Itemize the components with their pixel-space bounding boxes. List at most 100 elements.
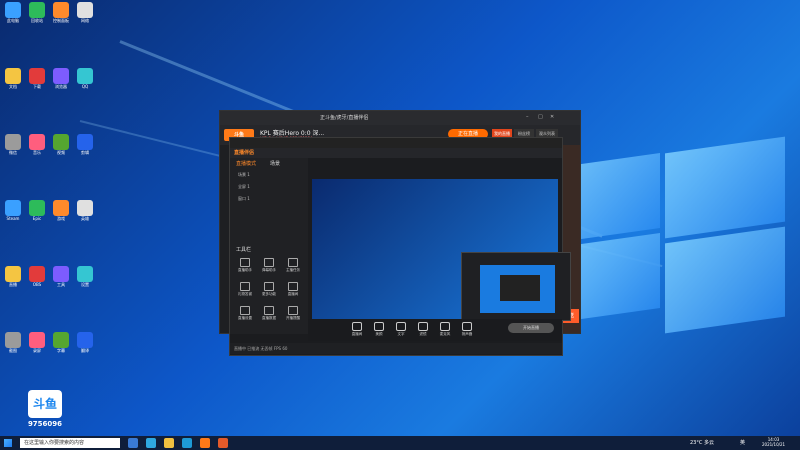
status-text: 直播中 已推流 无丢帧 FPS 60 xyxy=(234,346,288,351)
desktop-icon[interactable]: 录屏 xyxy=(26,332,48,353)
desktop-icon-label: 浏览器 xyxy=(55,84,67,89)
desktop-icon[interactable]: 文档 xyxy=(2,68,24,89)
system-clock[interactable]: 14:03 2021/10/21 xyxy=(762,437,785,447)
desktop-icon-label: 此电脑 xyxy=(7,18,19,23)
desktop-icon-label: 英雄 xyxy=(81,216,89,221)
desktop-icon-label: OBS xyxy=(32,282,42,287)
store-icon[interactable] xyxy=(182,438,192,448)
douyu-logo: 斗鱼 xyxy=(28,390,62,418)
desktop-icon-label: QQ xyxy=(81,84,89,89)
app-icon xyxy=(29,332,45,348)
bottom-tool-button[interactable]: 直播间 xyxy=(348,322,366,337)
tool-icon xyxy=(288,282,298,291)
live-app-icon[interactable] xyxy=(200,438,210,448)
app-icon xyxy=(5,200,21,216)
desktop-icon[interactable]: 工具 xyxy=(50,266,72,287)
desktop-icon[interactable]: 音乐 xyxy=(26,134,48,155)
desktop-icon-label: 翻译 xyxy=(81,348,89,353)
taskbar: 在这里输入你要搜索的内容 23°C 多云 英 14:03 2021/10/21 xyxy=(0,436,800,450)
desktop-icon[interactable]: 剪辑 xyxy=(74,134,96,155)
desktop-icon[interactable]: QQ xyxy=(74,68,96,89)
desktop-icon[interactable]: 设置 xyxy=(74,266,96,287)
bottom-tool-button[interactable]: 滤镜 xyxy=(414,322,432,337)
desktop-icon-label: 设置 xyxy=(81,282,89,287)
desktop-icon[interactable]: 视频 xyxy=(50,134,72,155)
desktop-icon[interactable]: Steam xyxy=(2,200,24,221)
desktop-icon[interactable]: 英雄 xyxy=(74,200,96,221)
stream-preview[interactable] xyxy=(312,179,571,334)
left-panel: 直播模式 场景 场景 1 全屏 1 窗口 1 工具栏 直播助手 弹幕助手 主播任务礼… xyxy=(230,158,308,334)
desktop-icon[interactable]: 此电脑 xyxy=(2,2,24,23)
windows-start-icon[interactable] xyxy=(4,439,12,447)
tool-icon xyxy=(240,282,250,291)
title-tab[interactable]: 正斗鱼/虎牙/直播伴侣 xyxy=(320,114,368,121)
desktop-icon[interactable]: Epic xyxy=(26,200,48,221)
tool-button[interactable]: 直播设置 xyxy=(236,306,254,321)
tool-button[interactable]: 直播数据 xyxy=(260,306,278,321)
room-id: 9756096 xyxy=(27,420,63,428)
desktop-icon[interactable]: 网络 xyxy=(74,2,96,23)
scene-item[interactable]: 全屏 1 xyxy=(238,184,250,190)
title-bar[interactable]: 正斗鱼/虎牙/直播伴侣 ✕ □ – xyxy=(220,111,580,125)
weather-text[interactable]: 23°C 多云 xyxy=(690,439,714,446)
desktop-icon[interactable]: 字幕 xyxy=(50,332,72,353)
douyu-app-icon[interactable] xyxy=(218,438,228,448)
tool-button[interactable]: 礼物答谢 xyxy=(236,282,254,297)
bottom-tool-label: 麦克风 xyxy=(439,332,451,336)
desktop-icon[interactable]: 直播 xyxy=(2,266,24,287)
scene-item[interactable]: 场景 1 xyxy=(238,172,250,178)
desktop-icon-grid: 此电脑 回收站 控制面板 网络文档 下载 浏览器 QQ 微信 音乐 视频 剪辑 Steam Epic 游戏… xyxy=(2,2,98,422)
maximize-icon[interactable]: □ xyxy=(538,114,543,120)
taskbar-search-box[interactable]: 在这里输入你要搜索的内容 xyxy=(20,438,120,448)
tool-button[interactable]: 直播间 xyxy=(284,282,302,297)
desktop-icon-label: 录屏 xyxy=(33,348,41,353)
minimize-icon[interactable]: – xyxy=(526,114,529,120)
live-companion-window[interactable]: 直播伴侣 直播模式 场景 场景 1 全屏 1 窗口 1 工具栏 直播助手 弹幕助手… xyxy=(229,137,571,356)
app-icon xyxy=(77,332,93,348)
desktop-icon-label: Steam xyxy=(6,216,20,221)
edge-icon[interactable] xyxy=(146,438,156,448)
tool-icon xyxy=(264,282,274,291)
tool-button[interactable]: 主播任务 xyxy=(284,258,302,273)
app-icon xyxy=(53,134,69,150)
desktop-icon[interactable]: 浏览器 xyxy=(50,68,72,89)
tool-button[interactable]: 弹幕助手 xyxy=(260,258,278,273)
desktop-icon[interactable]: 下载 xyxy=(26,68,48,89)
bottom-tool-button[interactable]: 麦克风 xyxy=(436,322,454,337)
bottom-tool-label: 文字 xyxy=(397,332,405,336)
tool-label: 主播任务 xyxy=(286,268,300,272)
desktop-icon[interactable]: 微信 xyxy=(2,134,24,155)
inner-title-bar[interactable] xyxy=(230,138,562,148)
desktop-icon[interactable]: 游戏 xyxy=(50,200,72,221)
close-icon[interactable]: ✕ xyxy=(550,114,554,120)
tool-icon xyxy=(288,306,298,315)
bottom-tool-button[interactable]: 美颜 xyxy=(370,322,388,337)
go-live-button[interactable]: 开始直播 xyxy=(508,323,554,333)
scene-item[interactable]: 窗口 1 xyxy=(238,196,250,202)
desktop-icon[interactable]: 截图 xyxy=(2,332,24,353)
app-icon xyxy=(5,266,21,282)
app-icon xyxy=(77,200,93,216)
tools-label: 工具栏 xyxy=(236,247,252,253)
bottom-tool-button[interactable]: 文字 xyxy=(392,322,410,337)
bottom-tool-label: 直播间 xyxy=(351,332,363,336)
tab-live-mode[interactable]: 直播模式 xyxy=(236,160,256,167)
companion-logo: 直播伴侣 xyxy=(234,150,255,156)
desktop-icon[interactable]: OBS xyxy=(26,266,48,287)
desktop-icon-label: 下载 xyxy=(33,84,41,89)
desktop-icon[interactable]: 回收站 xyxy=(26,2,48,23)
tool-button[interactable]: 更多功能 xyxy=(260,282,278,297)
tool-button[interactable]: 开播提醒 xyxy=(284,306,302,321)
tool-label: 直播数据 xyxy=(262,316,276,320)
tool-button[interactable]: 直播助手 xyxy=(236,258,254,273)
bottom-tool-label: 滤镜 xyxy=(419,332,427,336)
desktop-icon-label: 微信 xyxy=(9,150,17,155)
desktop-icon[interactable]: 翻译 xyxy=(74,332,96,353)
input-language[interactable]: 英 xyxy=(740,439,745,446)
clock-date: 2021/10/21 xyxy=(762,442,786,447)
desktop-icon-label: 截图 xyxy=(9,348,17,353)
bottom-tool-button[interactable]: 扬声器 xyxy=(458,322,476,337)
desktop-icon[interactable]: 控制面板 xyxy=(50,2,72,23)
task-view-icon[interactable] xyxy=(128,438,138,448)
file-explorer-icon[interactable] xyxy=(164,438,174,448)
